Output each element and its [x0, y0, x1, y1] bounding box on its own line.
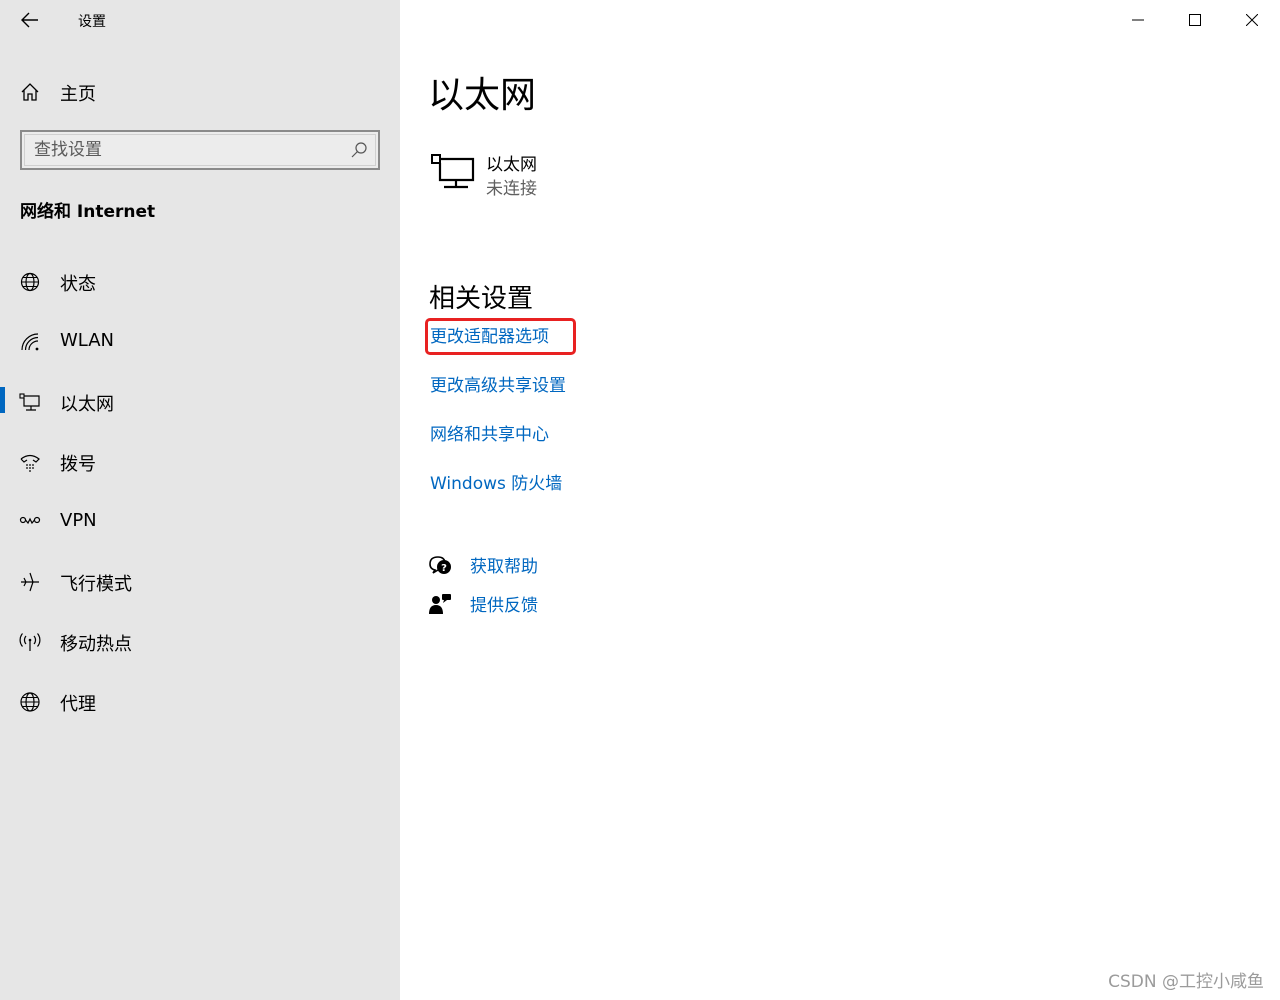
- globe-icon: [20, 692, 40, 712]
- get-help-link[interactable]: ? 获取帮助: [428, 550, 728, 580]
- search-box[interactable]: [20, 130, 380, 170]
- globe-status-icon: [20, 272, 40, 292]
- ethernet-name: 以太网: [486, 155, 537, 175]
- sidebar-item-label: 拨号: [60, 454, 96, 475]
- app-title: 设置: [78, 14, 106, 30]
- page-title: 以太网: [428, 75, 537, 116]
- ethernet-adapter-icon: [431, 154, 475, 189]
- active-indicator: [0, 387, 5, 413]
- minimize-button[interactable]: [1109, 0, 1166, 40]
- section-title: 网络和 Internet: [20, 202, 156, 222]
- sidebar-item-vpn[interactable]: VPN: [0, 500, 400, 560]
- link-change-adapter-options[interactable]: 更改适配器选项: [430, 322, 549, 347]
- link-network-sharing-center[interactable]: 网络和共享中心: [430, 420, 549, 445]
- vpn-icon: [19, 516, 41, 525]
- dialup-icon: [20, 454, 40, 472]
- sidebar-item-label: VPN: [60, 510, 97, 531]
- sidebar-item-wlan[interactable]: WLAN: [0, 320, 400, 380]
- ethernet-status-card[interactable]: 以太网 未连接: [430, 150, 730, 206]
- hotspot-icon: [19, 633, 41, 651]
- feedback-icon: [429, 594, 451, 614]
- sidebar-item-hotspot[interactable]: 移动热点: [0, 620, 400, 680]
- search-input[interactable]: [34, 138, 334, 162]
- home-icon: [21, 83, 39, 101]
- sidebar: 设置 主页 网络和 Internet 状态: [0, 0, 400, 1000]
- search-icon[interactable]: [350, 141, 368, 159]
- link-windows-firewall[interactable]: Windows 防火墙: [430, 469, 562, 494]
- airplane-icon: [21, 572, 39, 592]
- feedback-label: 提供反馈: [470, 596, 538, 616]
- ethernet-status: 未连接: [486, 179, 537, 199]
- sidebar-item-dialup[interactable]: 拨号: [0, 440, 400, 500]
- sidebar-item-status[interactable]: 状态: [0, 260, 400, 320]
- sidebar-item-home[interactable]: 主页: [0, 74, 400, 110]
- sidebar-item-label: 主页: [60, 84, 96, 105]
- sidebar-item-ethernet[interactable]: 以太网: [0, 380, 400, 440]
- back-button[interactable]: [18, 8, 42, 32]
- ethernet-icon: [19, 393, 40, 411]
- wifi-icon: [21, 333, 39, 351]
- sidebar-item-label: 以太网: [60, 394, 114, 415]
- sidebar-item-label: 飞行模式: [60, 574, 132, 595]
- feedback-link[interactable]: 提供反馈: [428, 589, 728, 619]
- svg-text:?: ?: [441, 563, 447, 574]
- sidebar-item-label: 状态: [60, 274, 96, 295]
- related-settings-title: 相关设置: [429, 284, 534, 314]
- settings-window: 设置 主页 网络和 Internet 状态: [0, 0, 1280, 1000]
- get-help-label: 获取帮助: [470, 557, 538, 577]
- sidebar-item-label: 移动热点: [60, 634, 132, 655]
- nav-list: 状态 WLAN 以太网 拨号 VPN 飞行模式 移动热点 代理: [0, 260, 400, 740]
- help-chat-icon: ?: [429, 556, 451, 574]
- close-button[interactable]: [1223, 0, 1280, 40]
- link-advanced-sharing[interactable]: 更改高级共享设置: [430, 371, 566, 396]
- close-icon: [1245, 14, 1258, 26]
- minimize-icon: [1131, 19, 1144, 21]
- sidebar-item-proxy[interactable]: 代理: [0, 680, 400, 740]
- maximize-button[interactable]: [1166, 0, 1223, 40]
- sidebar-item-airplane[interactable]: 飞行模式: [0, 560, 400, 620]
- watermark: CSDN @工控小咸鱼: [1108, 972, 1264, 992]
- window-controls: [1109, 0, 1280, 40]
- maximize-icon: [1188, 14, 1201, 26]
- sidebar-item-label: 代理: [60, 694, 96, 715]
- back-arrow-icon: [21, 12, 38, 28]
- sidebar-item-label: WLAN: [60, 330, 115, 351]
